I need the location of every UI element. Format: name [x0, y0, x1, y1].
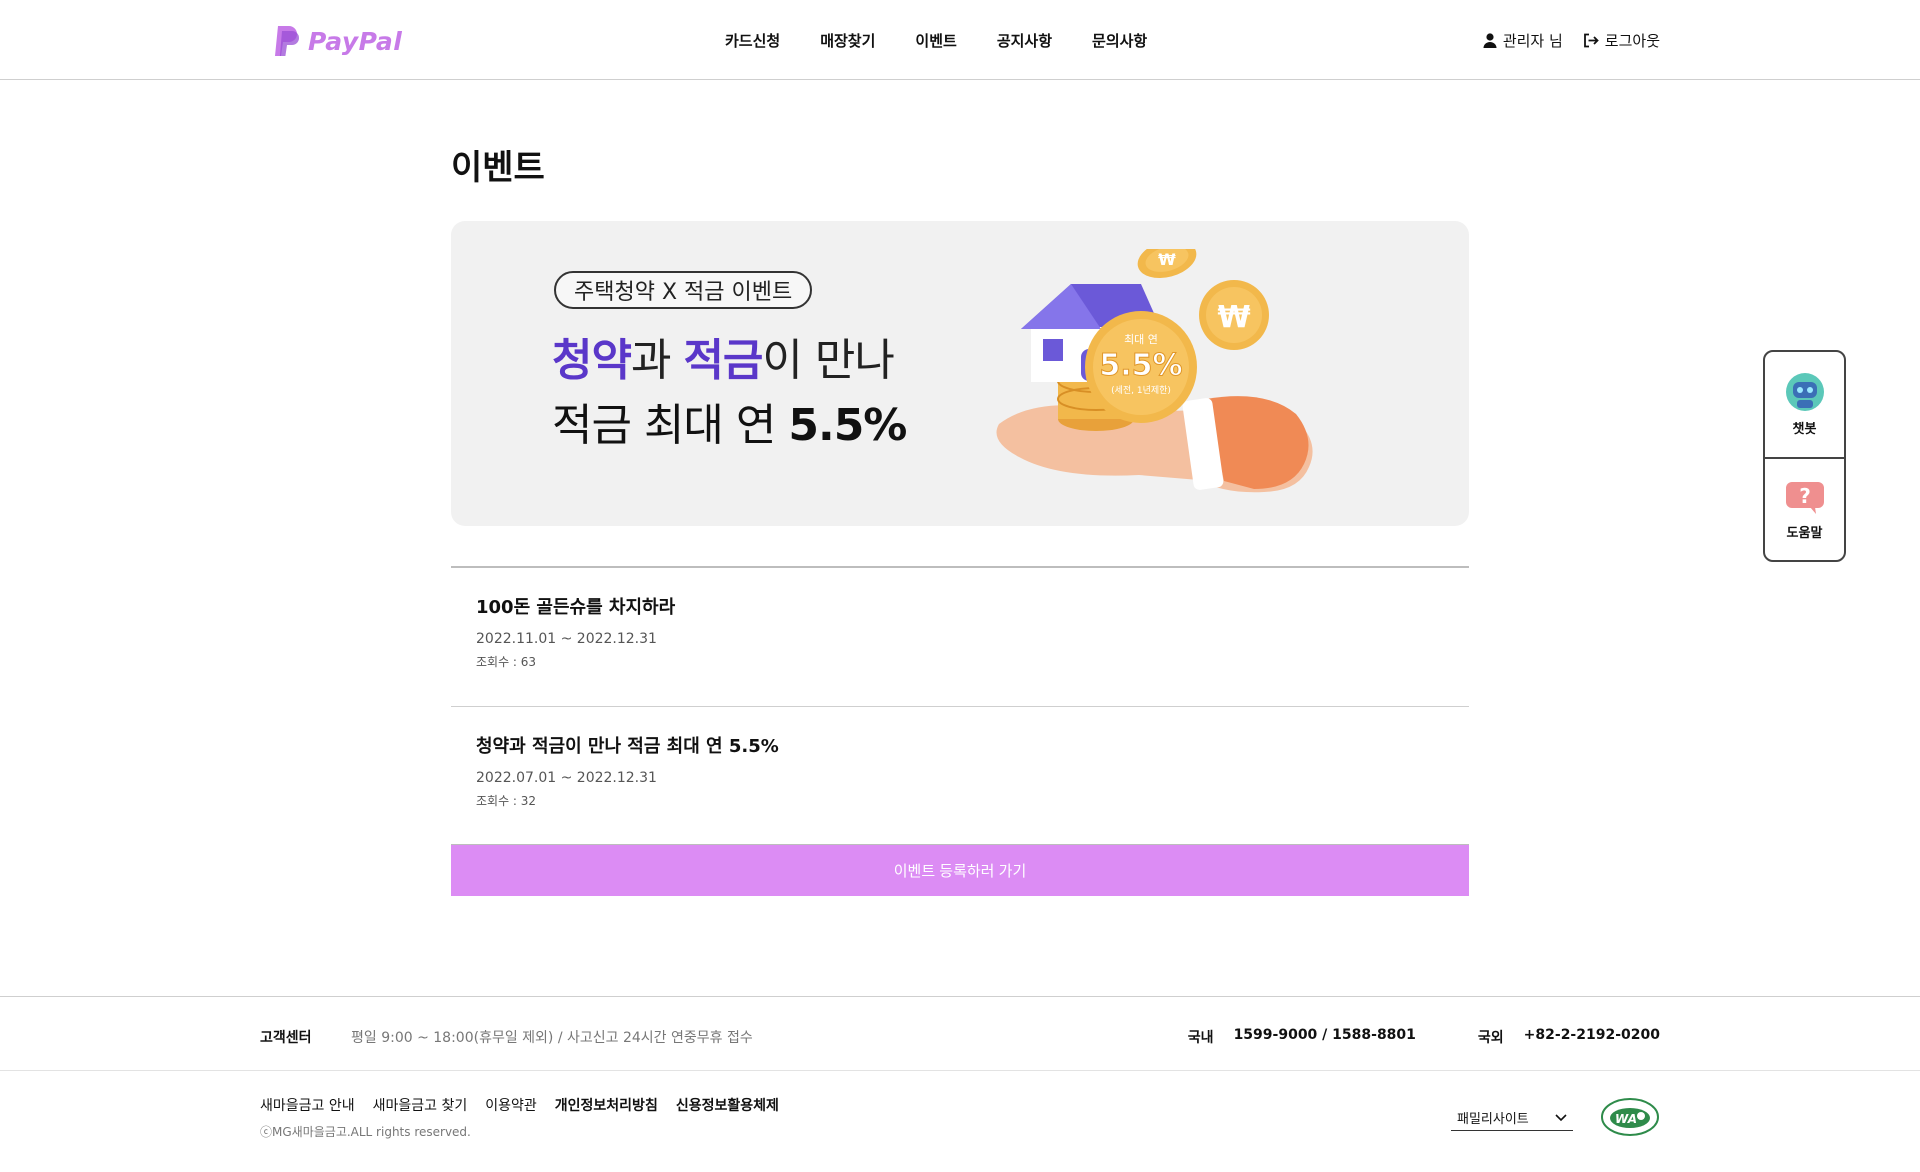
list-item[interactable]: 청약과 적금이 만나 적금 최대 연 5.5% 2022.07.01 ~ 202…: [451, 707, 1469, 846]
nav-events[interactable]: 이벤트: [915, 30, 956, 51]
customer-center: 고객센터 평일 9:00 ~ 18:00(휴무일 제외) / 사고신고 24시간…: [0, 997, 1920, 1071]
banner-text-2: 이 만나: [762, 335, 894, 386]
logout-icon: [1583, 33, 1599, 48]
help-button[interactable]: ? 도움말: [1765, 457, 1844, 560]
logo[interactable]: PayPal: [272, 24, 402, 58]
domestic-number: 1599-9000 / 1588-8801: [1233, 1027, 1416, 1043]
nav-notices[interactable]: 공지사항: [997, 30, 1052, 51]
nav-card-apply[interactable]: 카드신청: [725, 30, 780, 51]
chatbot-label: 챗봇: [1792, 422, 1817, 437]
user-label: 관리자 님: [1502, 32, 1563, 50]
footer-links: 새마을금고 안내 새마을금고 찾기 이용약관 개인정보처리방침 신용정보활용체제: [260, 1095, 779, 1115]
coin-note-text: (세전, 1년제한): [1111, 385, 1171, 396]
user-area: 관리자 님 로그아웃: [1483, 30, 1660, 51]
coin-top-text: 최대 연: [1124, 333, 1158, 346]
banner-hl-1: 청약: [552, 335, 632, 386]
banner-pill: 주택청약 X 적금 이벤트: [554, 271, 813, 309]
footer-link-find[interactable]: 새마을금고 찾기: [373, 1095, 468, 1115]
wa-text: WA: [1615, 1112, 1637, 1126]
cs-phone-numbers: 국내 1599-9000 / 1588-8801 국외 +82-2-2192-0…: [1188, 1027, 1660, 1047]
banner-subline-text: 적금 최대 연: [552, 400, 789, 451]
footer-link-terms[interactable]: 이용약관: [485, 1095, 537, 1115]
event-views: 조회수 : 32: [476, 794, 537, 808]
cs-hours: 평일 9:00 ~ 18:00(휴무일 제외) / 사고신고 24시간 연중무휴…: [351, 1030, 753, 1046]
house-coins-hand-illustration: 최대 연 5.5% (세전, 1년제한) ₩ ₩: [996, 249, 1313, 493]
paypal-logo-icon: [275, 26, 299, 56]
overseas-number: +82-2-2192-0200: [1523, 1027, 1660, 1043]
coin-symbol-small: ₩: [1158, 250, 1176, 269]
banner-rate: 5.5%: [788, 400, 907, 451]
event-period: 2022.11.01 ~ 2022.12.31: [476, 631, 657, 647]
copyright: ⓒMG새마을금고.ALL rights reserved.: [260, 1125, 471, 1139]
family-site-label: 패밀리사이트: [1457, 1112, 1529, 1127]
coin-rate-text: 5.5%: [1099, 348, 1182, 383]
wa-certification-mark-icon: WA: [1601, 1098, 1659, 1136]
svg-text:?: ?: [1799, 484, 1811, 508]
banner-hl-2: 적금: [683, 335, 763, 386]
site-footer: 고객센터 평일 9:00 ~ 18:00(휴무일 제외) / 사고신고 24시간…: [0, 996, 1920, 1172]
family-site-select[interactable]: 패밀리사이트: [1451, 1105, 1573, 1131]
footer-link-about[interactable]: 새마을금고 안내: [260, 1095, 355, 1115]
footer-link-privacy[interactable]: 개인정보처리방침: [555, 1095, 658, 1115]
event-title: 100돈 골든슈를 차지하라: [476, 597, 676, 618]
chatbot-button[interactable]: 챗봇: [1765, 352, 1844, 457]
domestic-label: 국내: [1187, 1030, 1214, 1046]
cs-title: 고객센터: [260, 1030, 312, 1046]
page-title: 이벤트: [451, 148, 545, 188]
logo-text: PayPal: [308, 26, 403, 56]
event-banner[interactable]: 주택청약 X 적금 이벤트 청약과 적금이 만나 적금 최대 연 5.5% 최대…: [451, 221, 1469, 526]
nav-store-find[interactable]: 매장찾기: [820, 30, 875, 51]
robot-icon: [1785, 373, 1824, 411]
overseas-label: 국외: [1477, 1030, 1504, 1046]
footer-link-credit[interactable]: 신용정보활용체제: [676, 1095, 779, 1115]
coin-symbol-large: ₩: [1217, 300, 1250, 335]
banner-subline: 적금 최대 연 5.5%: [552, 389, 907, 453]
main-nav: 카드신청 매장찾기 이벤트 공지사항 문의사항: [725, 30, 1187, 51]
nav-inquiry[interactable]: 문의사항: [1092, 30, 1147, 51]
register-event-button[interactable]: 이벤트 등록하러 가기: [451, 845, 1469, 896]
event-list: 100돈 골든슈를 차지하라 2022.11.01 ~ 2022.12.31 조…: [451, 566, 1469, 846]
user-icon: [1483, 33, 1497, 48]
banner-text-1: 과: [630, 335, 684, 386]
event-period: 2022.07.01 ~ 2022.12.31: [476, 770, 657, 786]
logout-button[interactable]: 로그아웃: [1583, 30, 1660, 51]
help-label: 도움말: [1786, 526, 1823, 541]
floating-side-menu: 챗봇 ? 도움말: [1763, 350, 1846, 562]
banner-headline: 청약과 적금이 만나: [552, 324, 895, 388]
chevron-down-icon: [1555, 1113, 1567, 1121]
event-views: 조회수 : 63: [476, 655, 537, 669]
list-item[interactable]: 100돈 골든슈를 차지하라 2022.11.01 ~ 2022.12.31 조…: [451, 568, 1469, 707]
site-header: PayPal 카드신청 매장찾기 이벤트 공지사항 문의사항 관리자 님 로그아…: [0, 0, 1920, 80]
help-bubble-icon: ?: [1785, 482, 1824, 514]
logout-label: 로그아웃: [1604, 32, 1660, 50]
user-profile[interactable]: 관리자 님: [1483, 30, 1563, 51]
event-title: 청약과 적금이 만나 적금 최대 연 5.5%: [476, 736, 779, 757]
